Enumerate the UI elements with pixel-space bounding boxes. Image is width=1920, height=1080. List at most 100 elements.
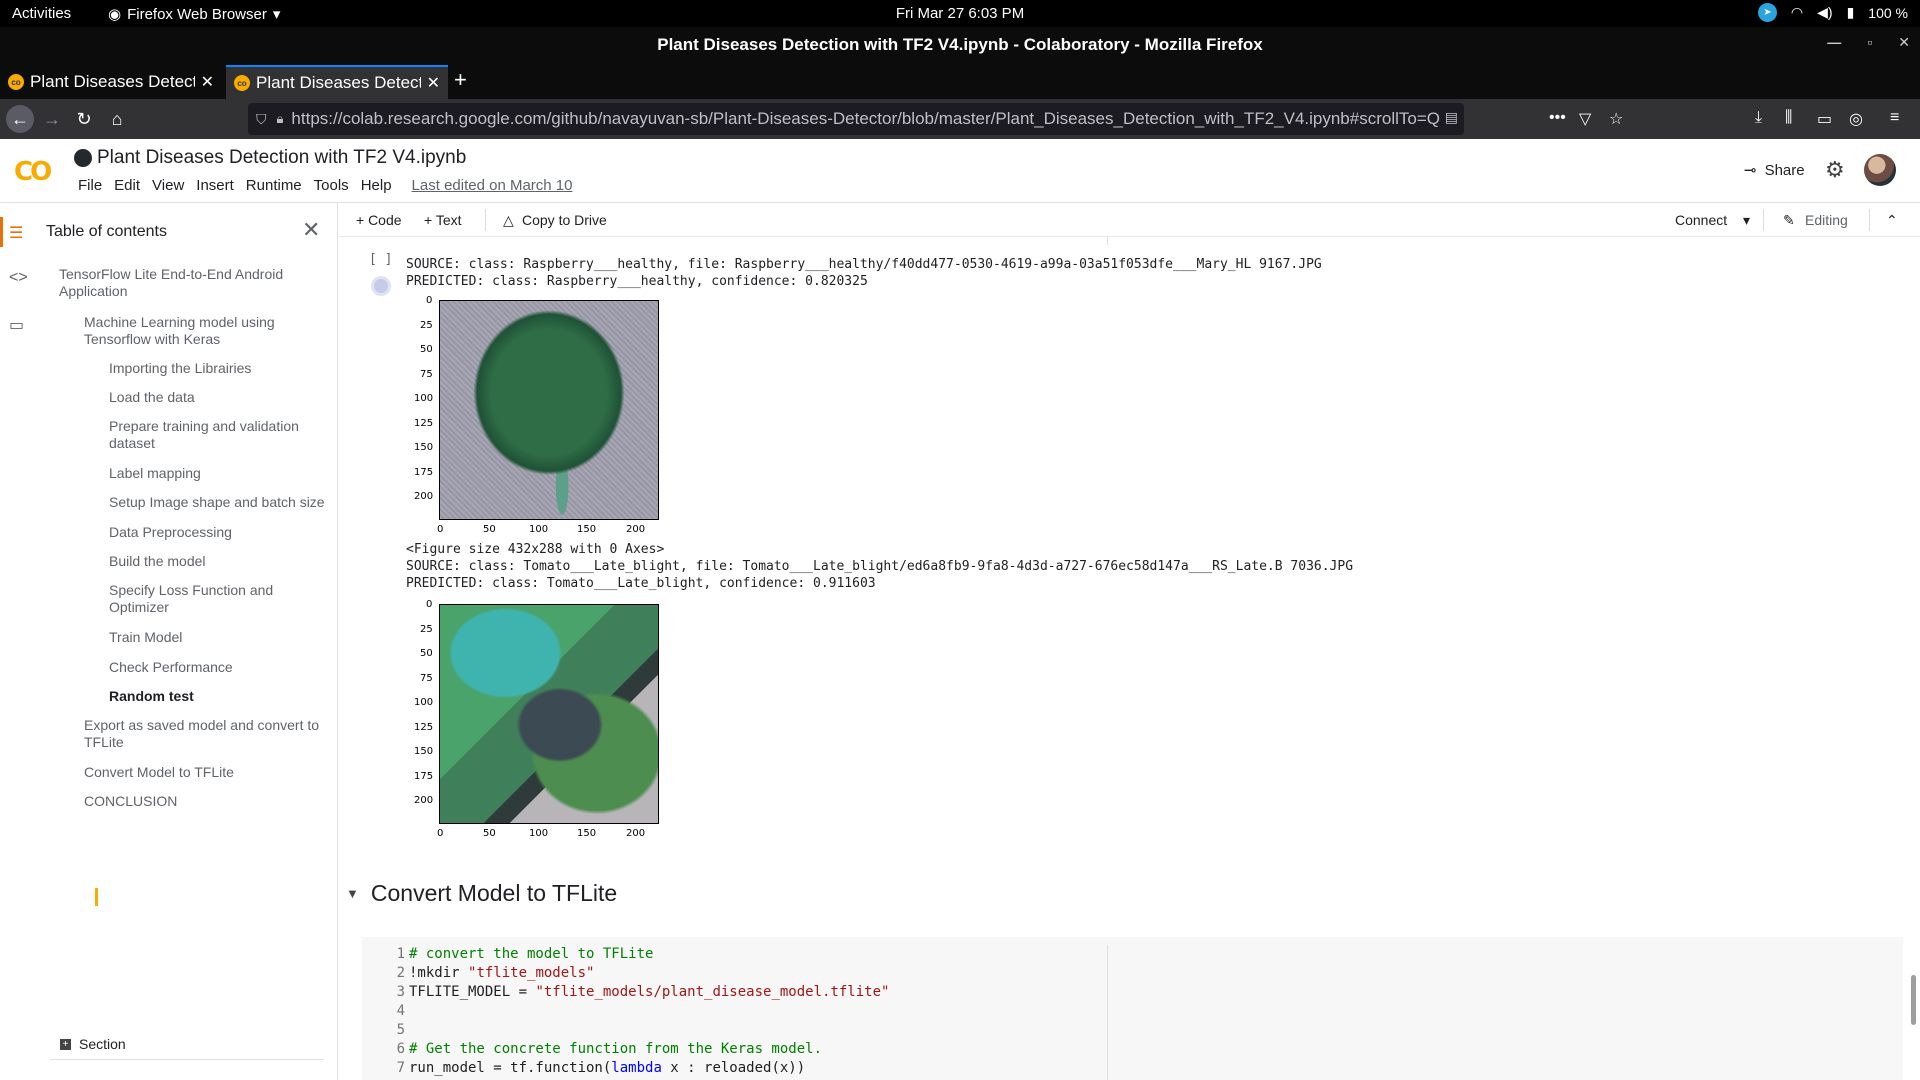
toc-item[interactable]: Prepare training and validation dataset <box>109 418 319 452</box>
bookmark-star-icon[interactable]: ☆ <box>1609 109 1623 129</box>
collapse-caret-icon[interactable]: ▼ <box>346 886 359 901</box>
scrollbar[interactable] <box>1911 975 1916 1025</box>
files-folder-icon[interactable]: ▭ <box>9 315 24 335</box>
notebook-title[interactable]: Plant Diseases Detection with TF2 V4.ipy… <box>97 147 466 169</box>
toc-item[interactable]: Data Preprocessing <box>109 524 319 541</box>
toc-active-indicator <box>95 888 98 906</box>
toc-item[interactable]: CONCLUSION <box>84 793 304 810</box>
close-window-icon[interactable]: ✕ <box>1898 34 1910 51</box>
sidebar-icon[interactable]: ▭ <box>1817 109 1832 129</box>
toc-item-active[interactable]: Random test <box>109 688 319 705</box>
reader-view-icon[interactable]: ▤ <box>1445 109 1458 126</box>
y-tick-label: 200 <box>414 491 434 502</box>
code-line[interactable]: 4 <box>345 1003 409 1019</box>
toc-item[interactable]: Export as saved model and convert to TFL… <box>84 717 324 751</box>
app-menu[interactable]: ◉ Firefox Web Browser ▾ <box>108 5 281 24</box>
window-title: Plant Diseases Detection with TF2 V4.ipy… <box>657 35 1263 54</box>
menu-insert[interactable]: Insert <box>190 177 240 194</box>
battery-percent: 100 % <box>1868 4 1908 21</box>
lock-icon[interactable]: 🔒︎ <box>277 111 284 127</box>
toc-item[interactable]: Build the model <box>109 553 319 570</box>
back-icon[interactable]: ← <box>6 105 34 133</box>
menu-runtime[interactable]: Runtime <box>240 177 308 194</box>
add-code-button[interactable]: + Code <box>356 212 402 228</box>
close-tab-icon[interactable]: ✕ <box>427 73 440 93</box>
section-heading[interactable]: ▼ Convert Model to TFLite <box>346 880 617 907</box>
toc-item[interactable]: Check Performance <box>109 659 319 676</box>
colab-logo[interactable]: CO <box>14 157 52 187</box>
url-bar[interactable]: ⛉ 🔒︎ https://colab.research.google.com/g… <box>248 103 1464 135</box>
menu-bar: File Edit View Insert Runtime Tools Help… <box>72 177 578 194</box>
add-text-button[interactable]: + Text <box>424 212 462 228</box>
table-of-contents-panel: Table of contents ✕ TensorFlow Lite End-… <box>36 203 338 1080</box>
url-text[interactable]: https://colab.research.google.com/github… <box>291 109 1441 129</box>
hamburger-menu-icon[interactable]: ≡ <box>1890 109 1899 127</box>
gnome-top-bar: Activities ◉ Firefox Web Browser ▾ Fri M… <box>0 0 1920 27</box>
output-line: SOURCE: class: Tomato___Late_blight, fil… <box>406 559 1354 574</box>
toc-item[interactable]: Convert Model to TFLite <box>84 764 304 781</box>
chevron-down-icon[interactable]: ▾ <box>1743 212 1750 229</box>
code-line[interactable]: 2 !mkdir "tflite_models" <box>345 965 595 981</box>
system-tray[interactable]: ➤ ◠ ◀) ▮ 100 % <box>1757 3 1908 22</box>
browser-tab[interactable]: co Plant Diseases Detect ✕ <box>0 65 222 99</box>
account-icon[interactable]: ◎ <box>1849 109 1863 129</box>
run-cell-button[interactable]: [ ] <box>369 252 392 267</box>
avatar[interactable] <box>1864 154 1896 186</box>
code-cell[interactable]: 1 # convert the model to TFLite 2 !mkdir "… <box>362 937 1903 1080</box>
toc-item[interactable]: Train Model <box>109 629 319 646</box>
x-tick-label: 0 <box>437 828 444 839</box>
new-tab-icon[interactable]: + <box>454 67 467 93</box>
copy-to-drive-button[interactable]: Copy to Drive <box>522 212 607 228</box>
add-section-button[interactable]: + Section <box>60 1036 126 1052</box>
code-line[interactable]: 1 # convert the model to TFLite <box>345 946 654 962</box>
connect-button[interactable]: Connect <box>1675 212 1727 228</box>
menu-help[interactable]: Help <box>355 177 398 194</box>
editing-mode-button[interactable]: Editing <box>1805 212 1848 228</box>
code-line[interactable]: 6 # Get the concrete function from the Ke… <box>345 1041 822 1057</box>
activities-button[interactable]: Activities <box>12 5 71 22</box>
reload-icon[interactable]: ↻ <box>70 105 98 133</box>
home-icon[interactable]: ⌂ <box>103 105 131 133</box>
menu-edit[interactable]: Edit <box>108 177 146 194</box>
forward-icon[interactable]: → <box>38 105 66 133</box>
divider <box>485 209 486 231</box>
toc-item[interactable]: Label mapping <box>109 465 319 482</box>
x-tick-label: 200 <box>626 828 646 839</box>
toc-icon[interactable]: ☰ <box>9 223 23 243</box>
divider <box>1107 237 1108 245</box>
maximize-icon[interactable]: ▫ <box>1867 34 1872 51</box>
collapse-header-icon[interactable]: ⌃ <box>1886 212 1898 229</box>
library-icon[interactable]: ⫼ <box>1785 109 1792 127</box>
toc-item[interactable]: TensorFlow Lite End-to-End Android Appli… <box>59 266 299 300</box>
gear-icon[interactable]: ⚙ <box>1825 157 1845 183</box>
share-button[interactable]: ⊸ Share <box>1744 161 1805 180</box>
menu-tools[interactable]: Tools <box>308 177 355 194</box>
output-user-icon <box>371 276 391 296</box>
navigation-bar: ← → ↻ ⌂ ⛉ 🔒︎ https://colab.research.goog… <box>0 99 1920 139</box>
toc-item[interactable]: Setup Image shape and batch size <box>109 494 329 511</box>
menu-view[interactable]: View <box>146 177 190 194</box>
rail-selection-indicator <box>0 217 3 247</box>
minimize-icon[interactable]: — <box>1827 34 1841 51</box>
close-tab-icon[interactable]: ✕ <box>201 72 214 92</box>
pocket-icon[interactable]: ▽ <box>1579 109 1591 129</box>
tracking-shield-icon[interactable]: ⛉ <box>256 111 267 128</box>
code-line[interactable]: 3 TFLITE_MODEL = "tflite_models/plant_dis… <box>345 984 890 1000</box>
toc-item[interactable]: Importing the Librairies <box>109 360 319 377</box>
clock[interactable]: Fri Mar 27 6:03 PM <box>896 5 1024 22</box>
menu-file[interactable]: File <box>72 177 108 194</box>
code-line[interactable]: 7 run_model = tf.function(lambda x : relo… <box>345 1060 806 1076</box>
code-snippets-icon[interactable]: <> <box>9 269 28 287</box>
close-icon[interactable]: ✕ <box>302 217 320 243</box>
toc-item[interactable]: Machine Learning model using Tensorflow … <box>84 314 304 348</box>
page-actions-icon[interactable]: ••• <box>1549 109 1566 127</box>
tab-strip: co Plant Diseases Detect ✕ co Plant Dise… <box>0 63 1920 99</box>
browser-tab-active[interactable]: co Plant Diseases Detect ✕ <box>226 65 448 99</box>
telegram-icon[interactable]: ➤ <box>1757 3 1777 22</box>
chevron-down-icon: ▾ <box>272 6 281 23</box>
last-edited-link[interactable]: Last edited on March 10 <box>406 177 579 194</box>
toc-item[interactable]: Specify Loss Function and Optimizer <box>109 582 299 616</box>
code-line[interactable]: 5 <box>345 1022 409 1038</box>
toc-item[interactable]: Load the data <box>109 389 319 406</box>
download-icon[interactable]: ⤓ <box>1755 109 1762 127</box>
